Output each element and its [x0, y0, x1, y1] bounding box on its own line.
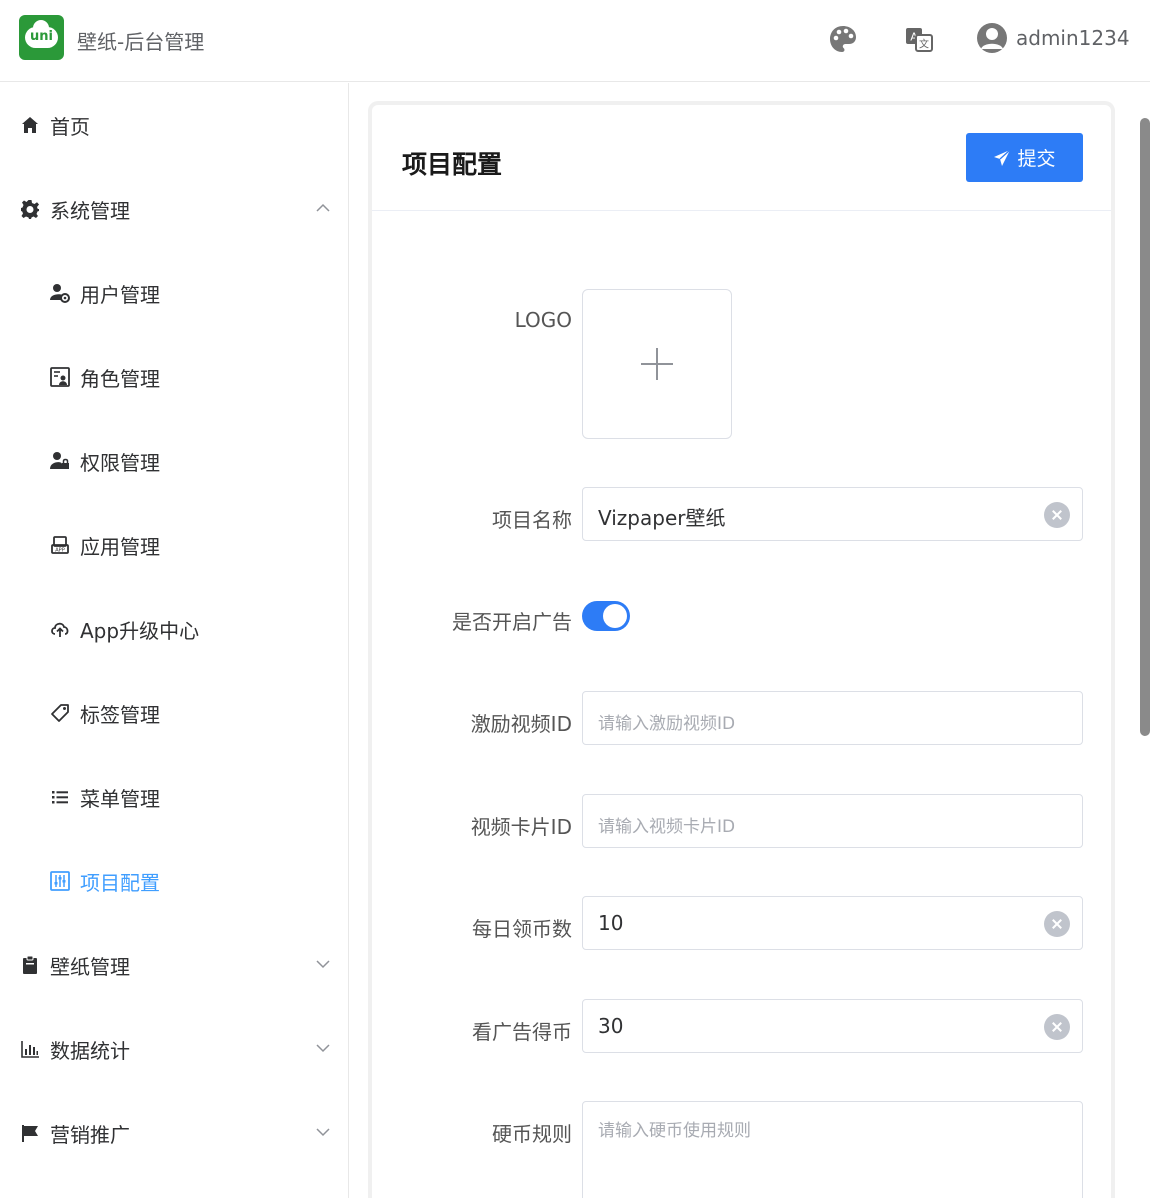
sidebar-item-label: 权限管理 — [80, 450, 160, 475]
coin-rules-label: 硬币规则 — [492, 1122, 572, 1146]
logo-text: uni — [30, 29, 53, 44]
sidebar-item-label: 系统管理 — [50, 198, 130, 223]
clear-icon[interactable] — [1044, 502, 1070, 528]
top-header: uni 壁纸-后台管理 A 文 admin1234 — [0, 0, 1150, 82]
daily-coins-value: 10 — [598, 911, 624, 935]
project-name-value: Vizpaper壁纸 — [598, 506, 726, 530]
cloud-upload-icon — [51, 622, 69, 637]
ad-coins-input[interactable]: 30 — [582, 999, 1083, 1053]
ad-coins-value: 30 — [598, 1014, 624, 1038]
video-card-input[interactable]: 请输入视频卡片ID — [582, 794, 1083, 848]
app-title: 壁纸-后台管理 — [77, 30, 205, 54]
avatar-icon — [977, 23, 1007, 53]
reward-video-label: 激励视频ID — [470, 712, 572, 736]
flag-icon — [22, 1125, 38, 1142]
config-card: 项目配置 提交 LOGO 项目名称 Vizpaper壁纸 是否开启广告 激励视频… — [368, 101, 1115, 1198]
switch-knob — [603, 604, 627, 628]
sidebar-item-label: 数据统计 — [50, 1038, 130, 1063]
sidebar-item-label: 用户管理 — [80, 282, 160, 307]
sidebar-item-roles[interactable]: 角色管理 — [0, 335, 348, 419]
page-scrollbar[interactable] — [1140, 118, 1150, 736]
app-icon: APP — [51, 536, 69, 554]
chevron-down-icon — [316, 960, 330, 969]
sidebar-item-marketing[interactable]: 营销推广 — [0, 1091, 348, 1175]
palette-icon[interactable] — [828, 24, 858, 54]
video-card-label: 视频卡片ID — [470, 815, 572, 839]
sidebar-item-app-upgrade[interactable]: App升级中心 — [0, 587, 348, 671]
daily-coins-label: 每日领币数 — [472, 917, 572, 941]
svg-text:文: 文 — [919, 38, 929, 51]
send-icon — [994, 149, 1011, 166]
sidebar-item-users[interactable]: 用户管理 — [0, 251, 348, 335]
role-card-icon — [50, 367, 70, 387]
sidebar-item-label: 项目配置 — [80, 870, 160, 895]
app-logo: uni — [19, 15, 64, 60]
submit-button[interactable]: 提交 — [966, 133, 1083, 182]
ad-coins-label: 看广告得币 — [472, 1020, 572, 1044]
ad-enabled-label: 是否开启广告 — [452, 610, 572, 634]
sidebar-item-menus[interactable]: 菜单管理 — [0, 755, 348, 839]
logo-upload[interactable] — [582, 289, 732, 439]
sidebar-item-system[interactable]: 系统管理 — [0, 167, 348, 251]
sidebar-item-label: 标签管理 — [80, 702, 160, 727]
sidebar-item-wallpapers[interactable]: 壁纸管理 — [0, 923, 348, 1007]
clear-icon[interactable] — [1044, 911, 1070, 937]
sidebar-item-apps[interactable]: APP 应用管理 — [0, 503, 348, 587]
sidebar-item-tags[interactable]: 标签管理 — [0, 671, 348, 755]
username: admin1234 — [1016, 26, 1130, 50]
coin-rules-placeholder: 请输入硬币使用规则 — [598, 1121, 751, 1141]
svg-text:APP: APP — [55, 548, 64, 554]
settings-panel-icon — [50, 871, 70, 891]
user-gear-icon — [50, 284, 70, 303]
submit-label: 提交 — [1017, 148, 1056, 170]
coin-rules-textarea[interactable]: 请输入硬币使用规则 — [582, 1101, 1083, 1198]
translate-icon[interactable]: A 文 — [904, 24, 934, 54]
chevron-up-icon — [316, 203, 330, 212]
ad-enabled-switch[interactable] — [582, 601, 630, 631]
gear-icon — [21, 200, 39, 219]
logo-label: LOGO — [514, 308, 572, 332]
tag-icon — [51, 704, 69, 722]
daily-coins-input[interactable]: 10 — [582, 896, 1083, 950]
sidebar-item-label: 角色管理 — [80, 366, 160, 391]
chevron-down-icon — [316, 1044, 330, 1053]
clipboard-icon — [23, 955, 37, 974]
sidebar-item-permissions[interactable]: 权限管理 — [0, 419, 348, 503]
sidebar-item-home[interactable]: 首页 — [0, 83, 348, 167]
reward-video-placeholder: 请输入激励视频ID — [598, 714, 736, 734]
sidebar-item-label: 应用管理 — [80, 534, 160, 559]
sidebar: 首页 系统管理 用户管理 角色管理 权限管理 APP 应用管理 App升级中心 … — [0, 83, 349, 1198]
video-card-placeholder: 请输入视频卡片ID — [598, 817, 736, 837]
project-name-label: 项目名称 — [492, 508, 572, 532]
reward-video-input[interactable]: 请输入激励视频ID — [582, 691, 1083, 745]
card-header: 项目配置 提交 — [372, 105, 1111, 211]
user-lock-icon — [50, 452, 69, 469]
clear-icon[interactable] — [1044, 1014, 1070, 1040]
chevron-down-icon — [316, 1128, 330, 1137]
sidebar-item-label: 壁纸管理 — [50, 954, 130, 979]
sidebar-item-statistics[interactable]: 数据统计 — [0, 1007, 348, 1091]
project-name-input[interactable]: Vizpaper壁纸 — [582, 487, 1083, 541]
sidebar-item-project-config[interactable]: 项目配置 — [0, 839, 348, 923]
sidebar-item-label: 营销推广 — [50, 1122, 130, 1147]
user-menu[interactable]: admin1234 — [976, 22, 1130, 54]
list-icon — [52, 791, 68, 804]
sidebar-item-label: 首页 — [50, 114, 90, 139]
sidebar-item-label: App升级中心 — [80, 618, 200, 643]
bar-chart-icon — [21, 1041, 39, 1058]
home-icon — [22, 117, 38, 133]
sidebar-item-label: 菜单管理 — [80, 786, 160, 811]
page-title: 项目配置 — [402, 150, 503, 179]
